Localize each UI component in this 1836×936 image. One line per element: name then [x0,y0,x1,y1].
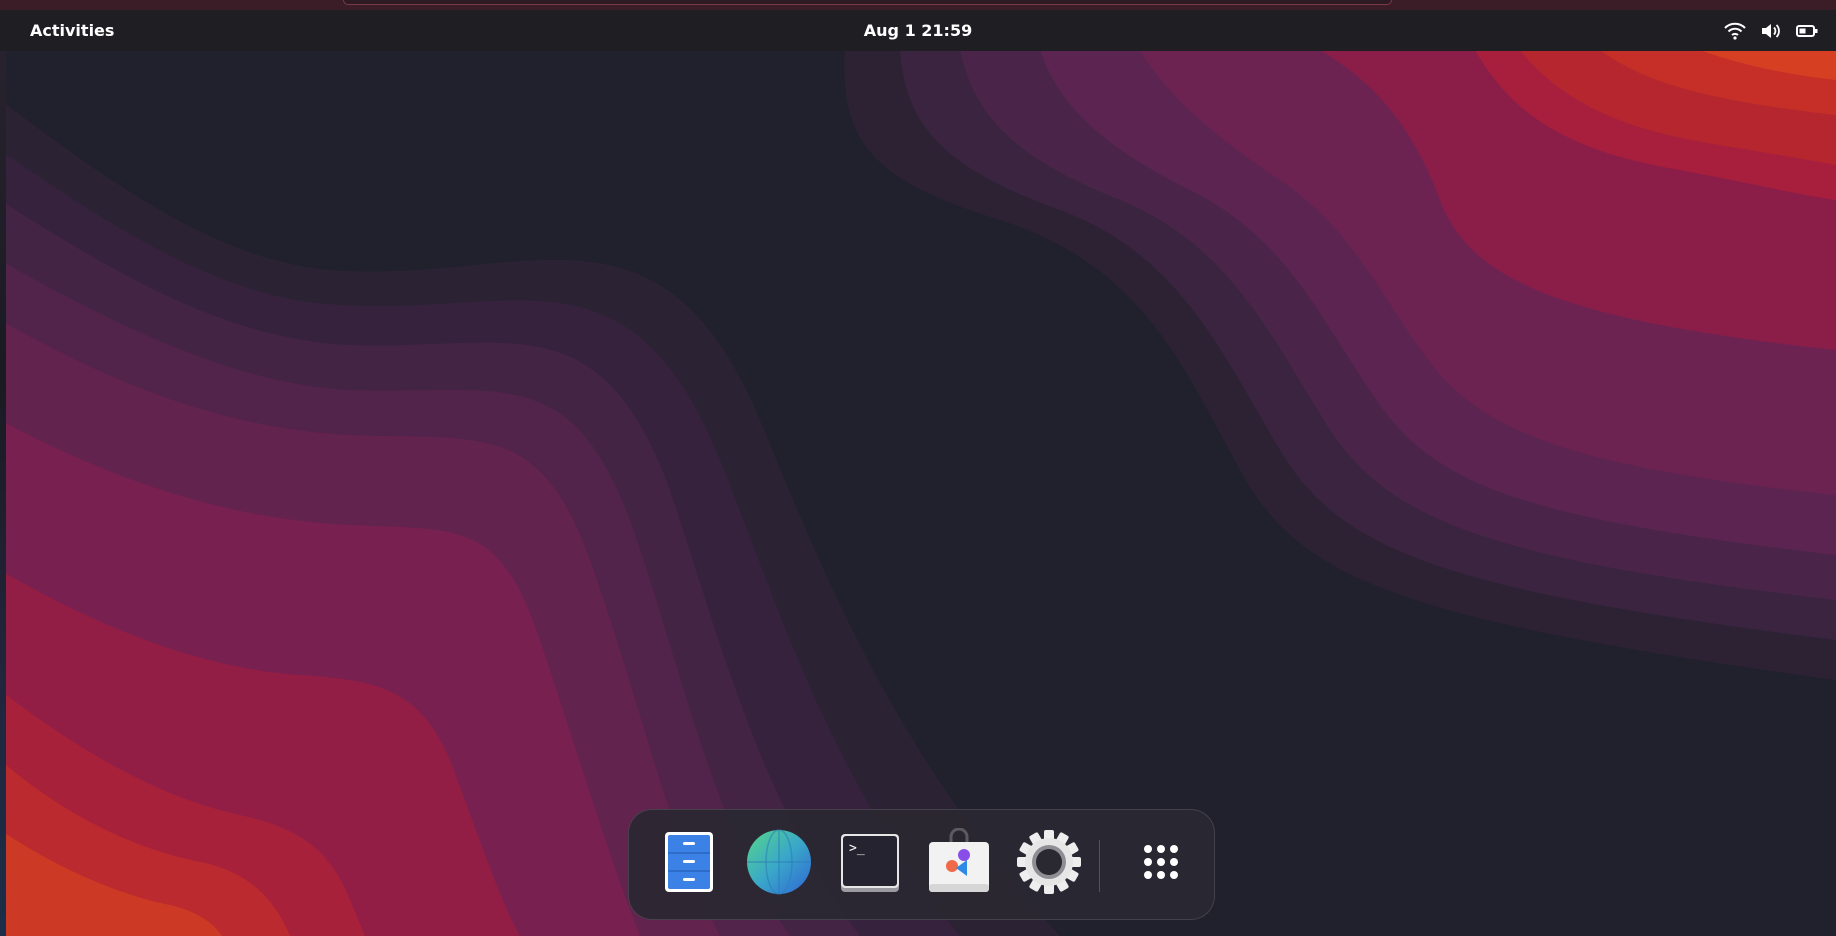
desktop-wallpaper [0,0,1836,936]
terminal-icon: >_ [841,834,899,892]
terminal-prompt-glyph: >_ [849,841,865,856]
activities-button[interactable]: Activities [30,10,114,51]
window-edge [343,0,1392,5]
globe-icon [747,829,811,895]
adjacent-window-strip [0,0,6,936]
gear-icon [1017,830,1081,894]
dock-item-terminal[interactable]: >_ [829,822,909,906]
battery-icon [1796,24,1818,37]
volume-icon [1762,23,1780,38]
app-center-icon [929,828,989,892]
dock-item-settings[interactable] [1009,822,1089,906]
dock-item-app-center[interactable] [919,822,999,906]
dock-item-files[interactable] [649,822,729,906]
dock-item-show-apps[interactable] [1121,822,1201,906]
dock-separator [1099,840,1100,892]
top-bar: Activities Aug 1 21:59 [0,10,1836,51]
window-top-sliver [0,0,1836,10]
dock: >_ [628,809,1215,920]
wifi-icon [1724,22,1746,40]
dock-item-web-browser[interactable] [739,822,819,906]
system-status-menu[interactable] [1724,10,1818,51]
clock-button[interactable]: Aug 1 21:59 [864,21,972,40]
app-grid-icon [1144,845,1178,879]
clock-container: Aug 1 21:59 [0,10,1836,51]
files-icon [665,832,713,892]
